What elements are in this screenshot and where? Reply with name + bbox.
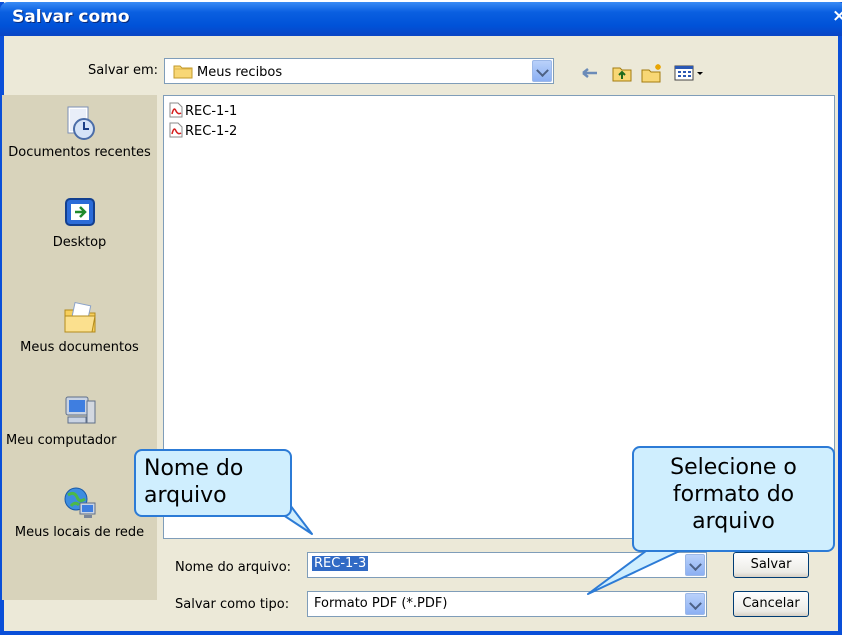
- file-item[interactable]: REC-1-1: [169, 102, 237, 120]
- back-arrow-icon[interactable]: [578, 62, 602, 84]
- filetype-dropdown-arrow[interactable]: [685, 593, 705, 615]
- places-bar: Documentos recentes Desktop Meus documen…: [2, 95, 157, 600]
- filetype-label: Salvar como tipo:: [175, 597, 290, 612]
- my-computer-icon: [65, 396, 95, 424]
- place-label-network: Meus locais de rede: [14, 525, 145, 540]
- my-documents-icon: [64, 301, 96, 333]
- network-places-icon: [64, 487, 95, 518]
- filename-value: REC-1-3: [312, 556, 369, 571]
- close-icon[interactable]: ×: [832, 6, 842, 26]
- place-desktop[interactable]: Desktop: [2, 195, 157, 250]
- place-recent-documents[interactable]: Documentos recentes: [2, 105, 157, 160]
- file-item[interactable]: REC-1-2: [169, 122, 237, 140]
- desktop-icon: [64, 198, 95, 226]
- pdf-file-icon: [169, 122, 183, 138]
- filename-callout: Nome do arquivo: [134, 449, 292, 517]
- filename-callout-text: Nome do arquivo: [144, 456, 244, 508]
- cancel-button[interactable]: Cancelar: [733, 591, 809, 617]
- filename-input[interactable]: REC-1-3: [307, 552, 707, 578]
- save-button[interactable]: Salvar: [733, 552, 809, 578]
- views-menu-icon[interactable]: [672, 62, 706, 84]
- filename-dropdown-arrow[interactable]: [685, 554, 705, 576]
- place-label-recent: Documentos recentes: [8, 145, 151, 160]
- up-folder-icon[interactable]: [610, 62, 634, 84]
- filetype-callout-text: Selecione o formato do arquivo: [670, 455, 797, 534]
- filetype-value: Formato PDF (*.PDF): [314, 596, 448, 611]
- save-in-label: Salvar em:: [88, 63, 159, 78]
- dialog-title: Salvar como: [12, 7, 130, 27]
- recent-documents-icon: [67, 106, 95, 140]
- filename-label: Nome do arquivo:: [175, 560, 292, 575]
- file-name: REC-1-2: [185, 124, 238, 139]
- place-label-desktop: Desktop: [52, 235, 107, 250]
- new-folder-icon[interactable]: [640, 62, 664, 84]
- place-label-my-documents: Meus documentos: [20, 340, 139, 355]
- title-bar[interactable]: Salvar como ×: [0, 2, 842, 36]
- file-name: REC-1-1: [185, 104, 238, 119]
- place-label-my-computer: Meu computador: [6, 433, 117, 448]
- place-my-computer[interactable]: Meu computador: [2, 393, 157, 448]
- save-in-dropdown[interactable]: Meus recibos: [164, 58, 554, 84]
- folder-icon: [173, 65, 193, 79]
- place-my-documents[interactable]: Meus documentos: [2, 300, 157, 355]
- filetype-callout: Selecione o formato do arquivo: [632, 446, 835, 552]
- save-in-dropdown-arrow[interactable]: [532, 60, 552, 82]
- filetype-select[interactable]: Formato PDF (*.PDF): [307, 591, 707, 617]
- save-in-value: Meus recibos: [197, 65, 283, 80]
- pdf-file-icon: [169, 102, 183, 118]
